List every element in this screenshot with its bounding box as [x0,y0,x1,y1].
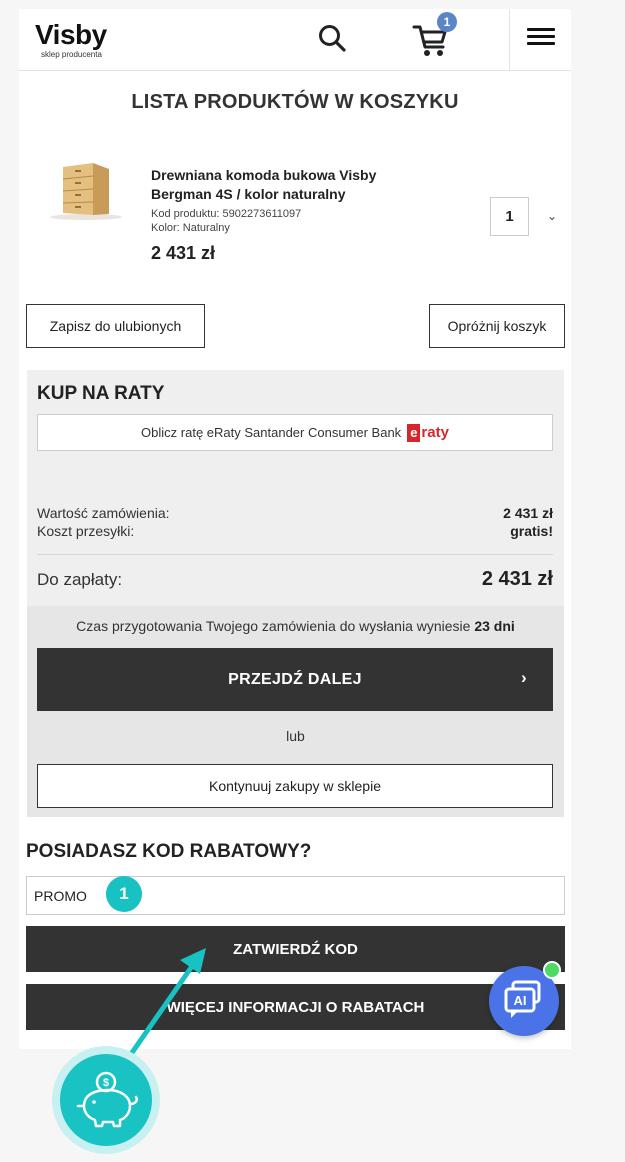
piggy-bank-icon: $ [76,1071,138,1128]
piggy-bank-badge: $ [52,1046,160,1154]
chat-label: AI [514,993,527,1008]
svg-text:$: $ [103,1077,109,1089]
online-status-dot [543,961,561,979]
